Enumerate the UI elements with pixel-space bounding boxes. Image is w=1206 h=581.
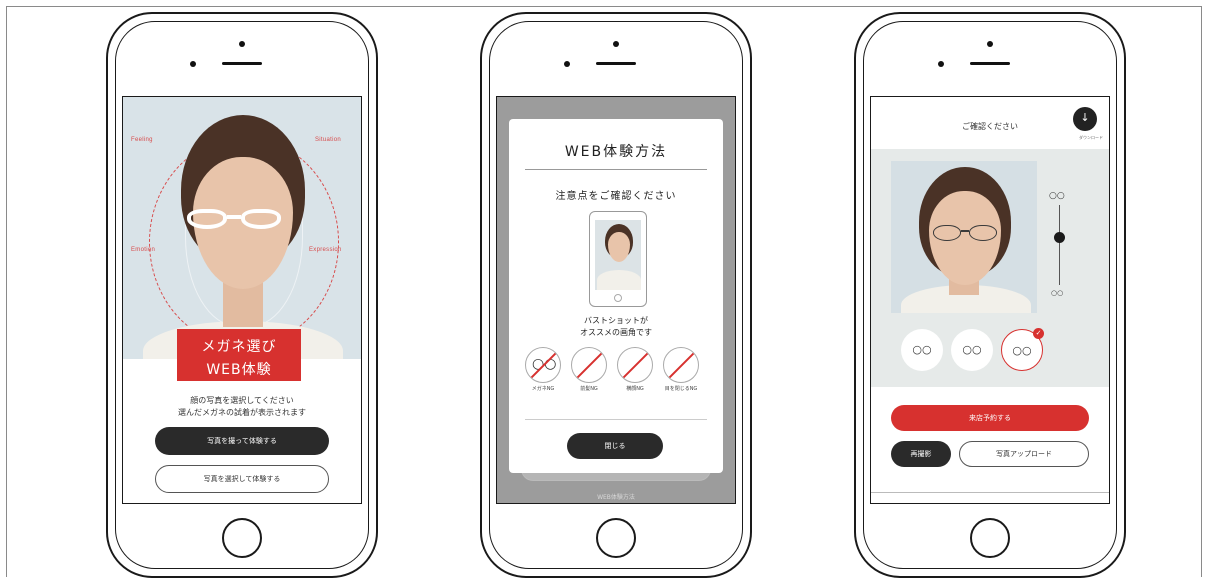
speaker	[970, 62, 1010, 65]
dark-glasses-icon	[929, 223, 1001, 243]
frame-thumb-1[interactable]: ○○	[901, 329, 943, 371]
ng-label: 前髪NG	[580, 386, 598, 392]
how-to-modal: WEB体験方法 注意点をご確認ください バストショットが オススメの画角です ○…	[509, 119, 723, 473]
try-on-photo	[891, 161, 1037, 313]
camera	[613, 41, 619, 47]
reserve-button[interactable]: 来店予約する	[891, 405, 1089, 431]
example-caption: バストショットが オススメの画角です	[509, 315, 723, 339]
instruction-text: 顔の写真を選択してください 選んだメガネの試着が表示されます	[123, 395, 361, 419]
hud-label-expression: Expression	[309, 247, 342, 253]
hud-label-feeling: Feeling	[131, 137, 153, 143]
ng-item: 横顔NG	[615, 347, 655, 393]
divider	[525, 419, 707, 420]
ng-item: 目を閉じるNG	[661, 347, 701, 393]
camera	[987, 41, 993, 47]
home-button[interactable]	[596, 518, 636, 558]
home-button[interactable]	[970, 518, 1010, 558]
profile-ng-icon	[617, 347, 653, 383]
face-scan-photo: Feeling Situation Emotion Expression	[123, 97, 361, 359]
speaker	[222, 62, 262, 65]
modal-subtitle: 注意点をご確認ください	[555, 191, 677, 202]
divider	[525, 169, 707, 170]
screen-3: ご確認ください ↓ ダウンロード ○○ ○○ ○○ ○○ ○○ ✓ 来店予約する…	[870, 96, 1110, 504]
close-button[interactable]: 閉じる	[567, 433, 663, 459]
ng-label: メガネNG	[531, 386, 555, 392]
ng-label: 目を閉じるNG	[664, 386, 698, 392]
take-photo-button[interactable]: 写真を撮って体験する	[155, 427, 329, 455]
small-glasses-icon: ○○	[1051, 289, 1064, 297]
screen-1: Feeling Situation Emotion Expression メガネ…	[122, 96, 362, 504]
banner-line1: メガネ選び	[201, 339, 277, 355]
upload-button[interactable]: 写真アップロード	[959, 441, 1089, 467]
hud-label-emotion: Emotion	[131, 247, 156, 253]
instruction-line2: 選んだメガネの試着が表示されます	[178, 408, 306, 417]
bangs-ng-icon	[571, 347, 607, 383]
phone-3: ご確認ください ↓ ダウンロード ○○ ○○ ○○ ○○ ○○ ✓ 来店予約する…	[854, 12, 1126, 578]
sensor	[938, 61, 944, 67]
frame-thumb-2[interactable]: ○○	[951, 329, 993, 371]
closed-eyes-ng-icon	[663, 347, 699, 383]
ng-examples: ○○ メガネNG 前髪NG 横顔NG 目を閉じるNG	[521, 347, 711, 407]
banner-line2: WEB体験	[206, 362, 272, 378]
ng-item: ○○ メガネNG	[523, 347, 563, 393]
glasses-ng-icon: ○○	[525, 347, 561, 383]
try-on-area: ○○ ○○ ○○ ○○ ○○ ✓	[871, 149, 1109, 387]
divider	[871, 492, 1109, 493]
phone-1: Feeling Situation Emotion Expression メガネ…	[106, 12, 378, 578]
size-slider-knob[interactable]	[1054, 232, 1065, 243]
check-icon: ✓	[1033, 328, 1044, 339]
title-banner: メガネ選び WEB体験	[177, 329, 301, 381]
choose-photo-button[interactable]: 写真を選択して体験する	[155, 465, 329, 493]
ng-item: 前髪NG	[569, 347, 609, 393]
caption-line1: バストショットが	[584, 316, 648, 325]
background-label: WEB体験方法	[597, 494, 635, 501]
modal-title: WEB体験方法	[564, 144, 668, 160]
camera	[239, 41, 245, 47]
speaker	[596, 62, 636, 65]
instruction-line1: 顔の写真を選択してください	[190, 396, 294, 405]
home-button[interactable]	[222, 518, 262, 558]
screen-2: WEB体験方法 WEB体験方法 注意点をご確認ください バストショットが オスス…	[496, 96, 736, 504]
sensor	[564, 61, 570, 67]
sensor	[190, 61, 196, 67]
large-glasses-icon: ○○	[1049, 191, 1065, 201]
ng-label: 横顔NG	[626, 386, 644, 392]
frame-thumb-3[interactable]: ○○ ✓	[1001, 328, 1044, 371]
white-glasses-icon	[183, 207, 303, 237]
download-label: ダウンロード	[1079, 135, 1103, 140]
phone-2: WEB体験方法 WEB体験方法 注意点をご確認ください バストショットが オスス…	[480, 12, 752, 578]
example-phone-icon	[589, 211, 647, 307]
hud-label-situation: Situation	[315, 137, 342, 143]
download-icon[interactable]: ↓	[1073, 107, 1097, 131]
size-slider-track[interactable]	[1059, 205, 1060, 285]
caption-line2: オススメの画角です	[580, 328, 652, 337]
retake-button[interactable]: 再撮影	[891, 441, 951, 467]
